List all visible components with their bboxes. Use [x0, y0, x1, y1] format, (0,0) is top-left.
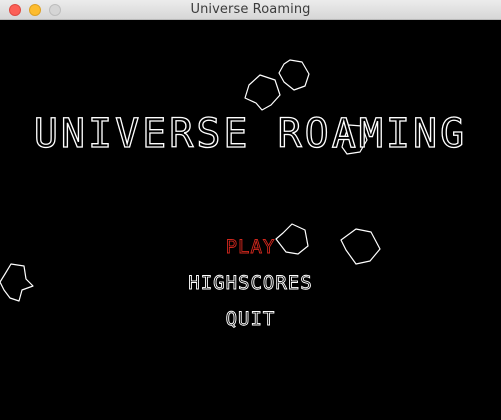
game-canvas[interactable]: UNIVERSE ROAMING PLAY HIGHSCORES QUIT	[0, 20, 501, 420]
title-bar: Universe Roaming	[0, 0, 501, 20]
game-title: UNIVERSE ROAMING	[33, 111, 468, 157]
menu-play-button[interactable]: PLAY	[0, 236, 501, 259]
menu-highscores-button[interactable]: HIGHSCORES	[0, 272, 501, 295]
window-title: Universe Roaming	[190, 2, 311, 17]
asteroid-icon	[244, 74, 281, 111]
asteroid-icon	[278, 59, 310, 91]
game-window: Universe Roaming UNIVERSE ROAMING PLAY H…	[0, 0, 501, 420]
asteroid-field	[0, 59, 381, 302]
menu-quit-button[interactable]: QUIT	[0, 308, 501, 331]
